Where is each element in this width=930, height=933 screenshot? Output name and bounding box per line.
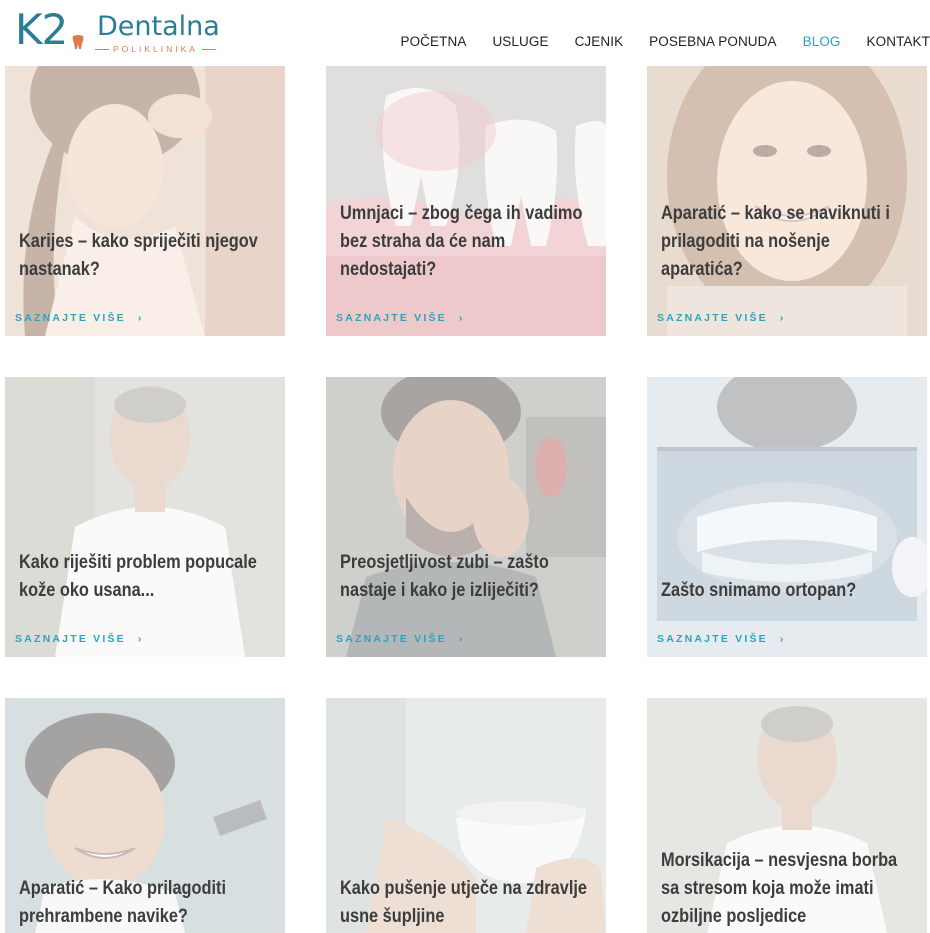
post-title[interactable]: Kako riješiti problem popucale kože oko … <box>19 549 273 605</box>
chevron-right-icon: › <box>137 312 144 324</box>
read-more-link[interactable]: SAZNAJTE VIŠE › <box>15 312 144 324</box>
main-nav: POČETNA USLUGE CJENIK POSEBNA PONUDA BLO… <box>374 32 930 52</box>
post-title[interactable]: Zašto snimamo ortopan? <box>661 577 915 605</box>
read-more-link[interactable]: SAZNAJTE VIŠE › <box>657 312 786 324</box>
read-more-label: SAZNAJTE VIŠE <box>657 633 768 645</box>
blog-card[interactable]: Kako pušenje utječe na zdravlje usne šup… <box>326 698 606 933</box>
logo-divider <box>202 49 216 50</box>
chevron-right-icon: › <box>458 312 465 324</box>
blog-card[interactable]: Kako riješiti problem popucale kože oko … <box>5 377 285 657</box>
chevron-right-icon: › <box>779 312 786 324</box>
post-title[interactable]: Preosjetljivost zubi – zašto nastaje i k… <box>340 549 594 605</box>
blog-card[interactable]: Morsikacija – nesvjesna borba sa stresom… <box>647 698 927 933</box>
image-overlay <box>326 377 606 657</box>
read-more-link[interactable]: SAZNAJTE VIŠE › <box>15 633 144 645</box>
image-overlay <box>5 56 285 336</box>
post-title[interactable]: Kako pušenje utječe na zdravlje usne šup… <box>340 875 594 931</box>
logo-k2: K2 <box>15 5 68 54</box>
nav-item-posebna-ponuda[interactable]: POSEBNA PONUDA <box>649 32 776 52</box>
post-title[interactable]: Aparatić – Kako prilagoditi prehrambene … <box>19 875 273 931</box>
image-overlay <box>5 377 285 657</box>
image-overlay <box>647 377 927 657</box>
post-title[interactable]: Aparatić – kako se naviknuti i prilagodi… <box>661 200 915 284</box>
chevron-right-icon: › <box>779 633 786 645</box>
site-header: K2 Dentalna POLIKLINIKA POČETNA USLUGE C… <box>0 0 930 66</box>
image-overlay <box>326 56 606 336</box>
read-more-label: SAZNAJTE VIŠE <box>15 633 126 645</box>
nav-item-kontakt[interactable]: KONTAKT <box>867 32 930 52</box>
read-more-label: SAZNAJTE VIŠE <box>657 312 768 324</box>
read-more-link[interactable]: SAZNAJTE VIŠE › <box>336 633 465 645</box>
read-more-label: SAZNAJTE VIŠE <box>15 312 126 324</box>
blog-card[interactable]: Aparatić – Kako prilagoditi prehrambene … <box>5 698 285 933</box>
blog-card[interactable]: Preosjetljivost zubi – zašto nastaje i k… <box>326 377 606 657</box>
chevron-right-icon: › <box>137 633 144 645</box>
blog-card[interactable]: Karijes – kako spriječiti njegov nastana… <box>5 56 285 336</box>
read-more-link[interactable]: SAZNAJTE VIŠE › <box>336 312 465 324</box>
nav-item-cjenik[interactable]: CJENIK <box>575 32 624 52</box>
logo-divider <box>95 49 109 50</box>
read-more-label: SAZNAJTE VIŠE <box>336 312 447 324</box>
blog-card[interactable]: Zašto snimamo ortopan? SAZNAJTE VIŠE › <box>647 377 927 657</box>
tooth-icon <box>72 35 84 49</box>
logo-subtitle: POLIKLINIKA <box>113 44 198 54</box>
chevron-right-icon: › <box>458 633 465 645</box>
post-title[interactable]: Umnjaci – zbog čega ih vadimo bez straha… <box>340 200 594 284</box>
nav-item-pocetna[interactable]: POČETNA <box>400 32 466 52</box>
blog-card[interactable]: Umnjaci – zbog čega ih vadimo bez straha… <box>326 56 606 336</box>
post-title[interactable]: Karijes – kako spriječiti njegov nastana… <box>19 228 273 284</box>
read-more-label: SAZNAJTE VIŠE <box>336 633 447 645</box>
read-more-link[interactable]: SAZNAJTE VIŠE › <box>657 633 786 645</box>
logo[interactable]: K2 Dentalna POLIKLINIKA <box>15 6 225 58</box>
image-overlay <box>647 56 927 336</box>
nav-item-blog[interactable]: BLOG <box>803 32 841 52</box>
blog-card[interactable]: Aparatić – kako se naviknuti i prilagodi… <box>647 56 927 336</box>
logo-name: Dentalna <box>97 11 220 42</box>
nav-item-usluge[interactable]: USLUGE <box>492 32 548 52</box>
post-title[interactable]: Morsikacija – nesvjesna borba sa stresom… <box>661 847 915 931</box>
